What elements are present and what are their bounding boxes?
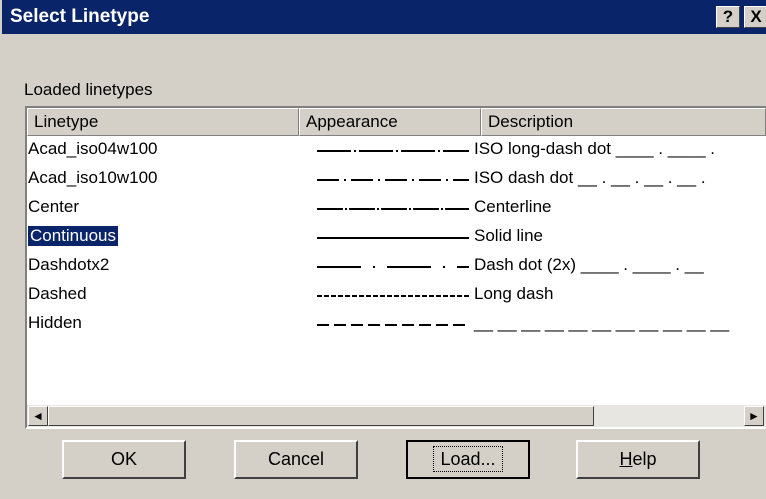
linetype-appearance-sample — [317, 237, 469, 239]
scrollbar-thumb[interactable] — [48, 406, 594, 426]
linetype-row-dashed[interactable]: Dashed Long dash — [27, 281, 766, 310]
context-help-button[interactable]: ? — [716, 6, 740, 28]
linetype-description: ISO long-dash dot ____ . ____ . — [474, 139, 716, 158]
linetype-appearance-sample — [317, 266, 469, 268]
linetype-description: __ __ __ __ __ __ __ __ __ __ __ — [474, 313, 730, 332]
linetype-row-acad-iso10w100[interactable]: Acad_iso10w100 ISO dash dot __ . __ . __ … — [27, 165, 766, 194]
horizontal-scrollbar[interactable]: ◄ ► — [27, 405, 766, 427]
help-label-rest: elp — [632, 449, 657, 469]
linetype-row-acad-iso04w100[interactable]: Acad_iso04w100 ISO long-dash dot ____ . _… — [27, 136, 766, 165]
title-bar[interactable]: Select Linetype ? X — [2, 0, 766, 34]
linetype-list[interactable]: Linetype Appearance Description Acad_iso… — [25, 106, 766, 429]
linetype-name: Hidden — [28, 313, 82, 332]
linetype-appearance-sample — [317, 150, 469, 152]
linetype-description: Long dash — [474, 284, 554, 303]
linetype-appearance-sample — [317, 295, 469, 297]
select-linetype-dialog: Select Linetype ? X Loaded linetypes Lin… — [0, 0, 766, 499]
linetype-row-hidden[interactable]: Hidden __ __ __ __ __ __ __ __ __ __ __ — [27, 310, 766, 339]
linetype-description: Dash dot (2x) ____ . ____ . __ — [474, 255, 704, 274]
cancel-button[interactable]: Cancel — [234, 440, 358, 479]
help-label-mnemonic: H — [619, 449, 633, 469]
linetype-row-dashdotx2[interactable]: Dashdotx2 Dash dot (2x) ____ . ____ . __ — [27, 252, 766, 281]
linetype-appearance-sample — [317, 179, 469, 181]
column-header-description[interactable]: Description — [481, 108, 766, 136]
ok-button[interactable]: OK — [62, 440, 186, 479]
loaded-linetypes-label: Loaded linetypes — [24, 80, 153, 99]
help-label: Help — [613, 447, 662, 471]
linetype-row-continuous[interactable]: Continuous Solid line — [27, 223, 766, 252]
linetype-description: Centerline — [474, 197, 552, 216]
linetype-name: Dashdotx2 — [28, 255, 110, 274]
dialog-title: Select Linetype — [10, 6, 150, 27]
linetype-row-center[interactable]: Center Centerline — [27, 194, 766, 223]
load-label: Load... — [433, 446, 503, 472]
linetype-appearance-sample — [317, 324, 469, 326]
linetype-description: Solid line — [474, 226, 543, 245]
scroll-right-arrow-icon[interactable]: ► — [744, 406, 764, 426]
linetype-description: ISO dash dot __ . __ . __ . __ . — [474, 168, 706, 187]
linetype-appearance-sample — [317, 208, 469, 210]
linetype-name: Center — [28, 197, 80, 216]
linetype-name: Continuous — [28, 226, 119, 246]
scroll-left-arrow-icon[interactable]: ◄ — [28, 406, 48, 426]
load-button[interactable]: Load... — [406, 440, 530, 479]
column-header-linetype[interactable]: Linetype — [27, 108, 299, 136]
close-button[interactable]: X — [744, 6, 766, 28]
linetype-name: Acad_iso10w100 — [28, 168, 158, 187]
help-button[interactable]: Help — [576, 440, 700, 479]
column-header-appearance[interactable]: Appearance — [299, 108, 481, 136]
ok-label: OK — [110, 449, 137, 469]
cancel-label: Cancel — [267, 449, 325, 469]
linetype-name: Acad_iso04w100 — [28, 139, 158, 158]
linetype-name: Dashed — [28, 284, 87, 303]
